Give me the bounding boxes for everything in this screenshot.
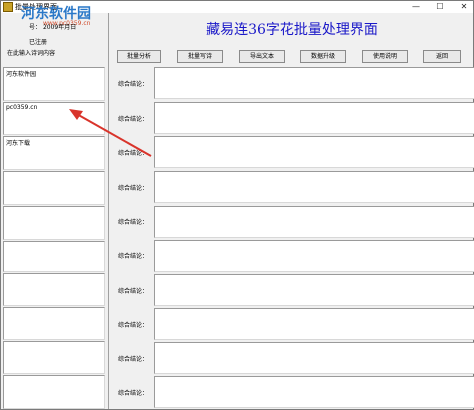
annotation-arrow-head <box>69 109 83 120</box>
batch-processing-window: 批量处理界面 — ☐ ✕ 河东软件园 www.pc0359.cn 号： 2009… <box>0 0 474 410</box>
annotation-arrow-shaft <box>74 112 152 157</box>
annotation-arrow <box>69 109 152 157</box>
